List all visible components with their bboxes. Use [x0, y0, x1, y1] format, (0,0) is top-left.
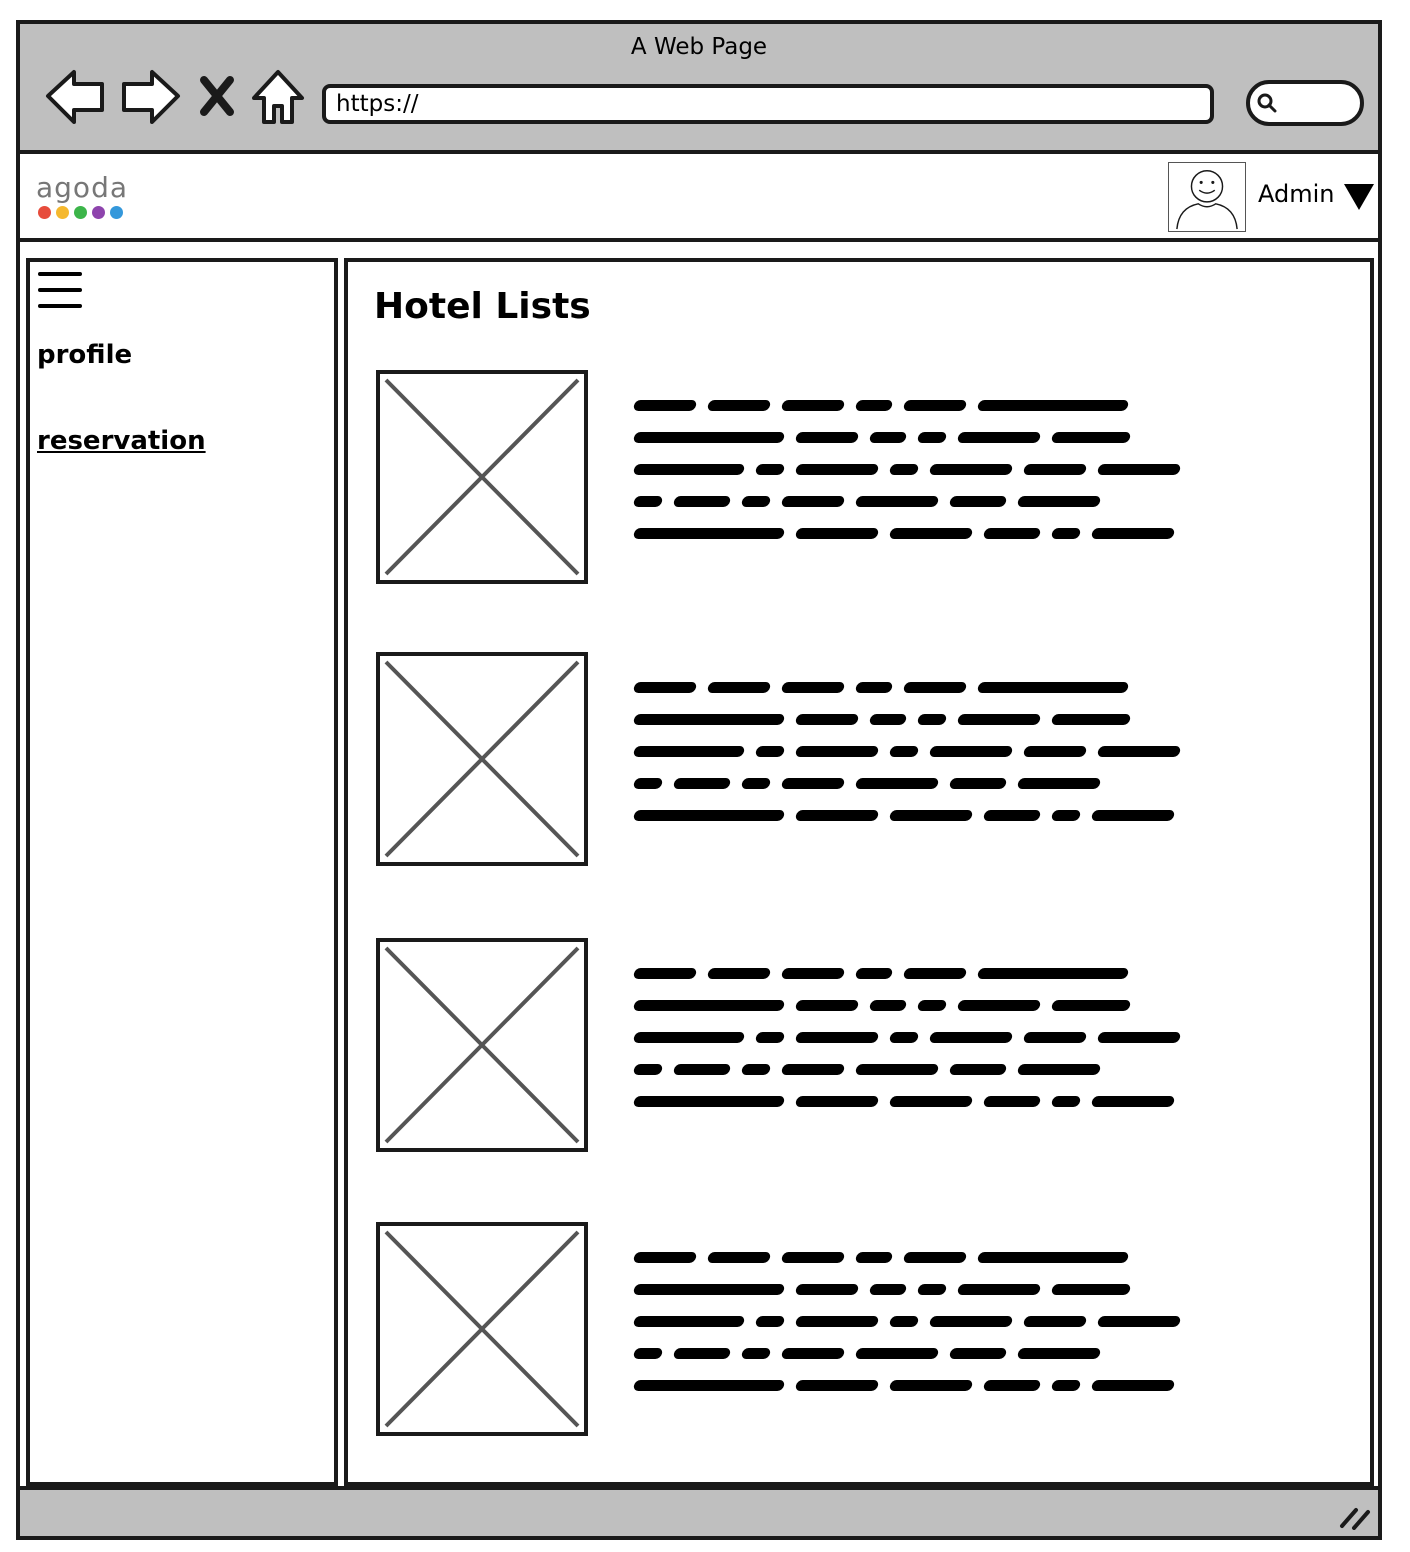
hotel-list-item[interactable]: placeholder-scribble-text	[376, 938, 1376, 1152]
arrow-right-icon	[122, 70, 180, 124]
home-button[interactable]	[248, 66, 308, 128]
hotel-list-item[interactable]: placeholder-scribble-text	[376, 652, 1376, 866]
hotel-image-placeholder[interactable]	[376, 1222, 588, 1436]
resize-grip-icon	[1340, 1508, 1370, 1530]
main-content: Hotel Lists placeholder-scribble-text	[344, 258, 1374, 1486]
hotel-description: placeholder-scribble-text	[632, 1250, 1184, 1410]
image-placeholder-icon	[384, 946, 580, 1144]
hotel-list-item[interactable]: placeholder-scribble-text	[376, 1222, 1376, 1436]
caret-down-icon	[1344, 184, 1374, 210]
window-resize-handle[interactable]	[1338, 1502, 1372, 1530]
image-placeholder-icon	[384, 378, 580, 576]
logo-dots	[38, 206, 136, 219]
logo-text: agoda	[36, 171, 128, 204]
logo-dot	[110, 206, 123, 219]
hotel-description: placeholder-scribble-text	[632, 398, 1184, 558]
forward-button[interactable]	[118, 66, 182, 128]
hotel-image-placeholder[interactable]	[376, 938, 588, 1152]
user-menu-dropdown[interactable]	[1342, 182, 1376, 212]
image-placeholder-icon	[384, 660, 580, 858]
logo-dot	[56, 206, 69, 219]
home-icon	[252, 70, 304, 124]
window-title: A Web Page	[630, 34, 768, 60]
user-avatar-icon	[1176, 170, 1238, 230]
stop-button[interactable]	[192, 66, 242, 128]
search-icon	[1257, 93, 1277, 113]
browser-statusbar	[20, 1486, 1378, 1536]
image-placeholder-icon	[384, 1230, 580, 1428]
logo-dot	[92, 206, 105, 219]
page-title: Hotel Lists	[374, 286, 591, 327]
back-button[interactable]	[44, 66, 108, 128]
agoda-logo[interactable]: agoda	[36, 174, 136, 224]
hotel-list-item[interactable]: placeholder-scribble-text	[376, 370, 1376, 584]
sidebar: profile reservation	[26, 258, 338, 1486]
close-icon	[200, 76, 234, 116]
sidebar-item-reservation[interactable]: reservation	[37, 426, 206, 456]
hamburger-menu-icon	[38, 272, 82, 308]
site-header: agoda Admin	[20, 154, 1378, 242]
hotel-image-placeholder[interactable]	[376, 370, 588, 584]
url-input[interactable]: https://	[322, 84, 1214, 124]
logo-dot	[38, 206, 51, 219]
browser-toolbar: A Web Page https://	[20, 24, 1378, 154]
user-name[interactable]: Admin	[1258, 180, 1335, 208]
user-avatar[interactable]	[1168, 162, 1246, 232]
search-box[interactable]	[1246, 80, 1364, 126]
browser-window: A Web Page https:// agoda Admin profile …	[16, 20, 1382, 1540]
menu-toggle-button[interactable]	[38, 270, 82, 310]
arrow-left-icon	[46, 70, 104, 124]
hotel-description: placeholder-scribble-text	[632, 680, 1184, 840]
sidebar-item-profile[interactable]: profile	[37, 340, 132, 370]
hotel-description: placeholder-scribble-text	[632, 966, 1184, 1126]
hotel-image-placeholder[interactable]	[376, 652, 588, 866]
logo-dot	[74, 206, 87, 219]
